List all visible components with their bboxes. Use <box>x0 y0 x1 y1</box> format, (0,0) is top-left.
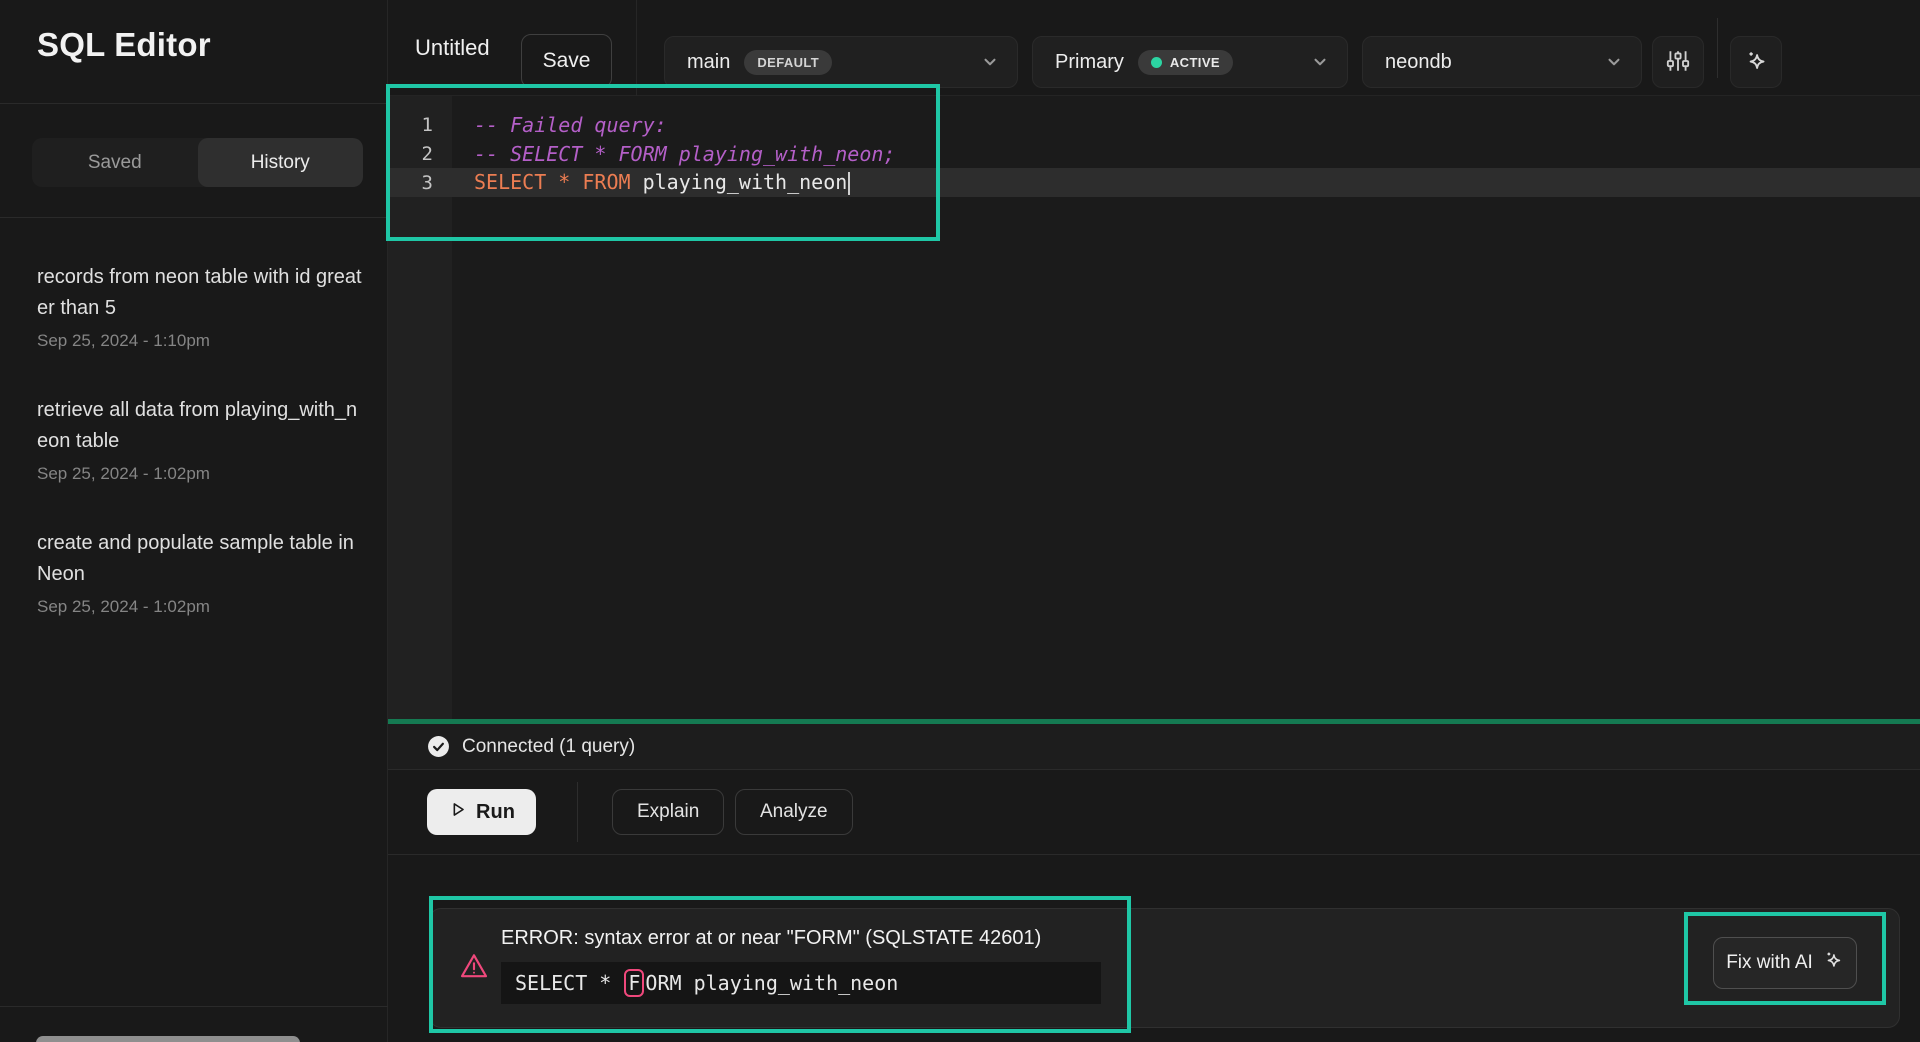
chevron-down-icon <box>1605 53 1623 71</box>
error-message: ERROR: syntax error at or near "FORM" (S… <box>501 927 1041 950</box>
connected-check-icon <box>427 735 450 758</box>
fix-with-ai-button[interactable]: Fix with AI <box>1713 937 1857 989</box>
sidebar-divider <box>0 103 388 104</box>
editor-toolbar: Untitled Save main DEFAULT Primary ACTIV… <box>388 0 1920 96</box>
fix-with-ai-label: Fix with AI <box>1726 952 1813 974</box>
analyze-button[interactable]: Analyze <box>735 789 853 835</box>
history-item[interactable]: retrieve all data from playing_with_neon… <box>37 395 367 484</box>
page-title: SQL Editor <box>37 26 211 64</box>
chevron-down-icon <box>981 53 999 71</box>
sidebar: SQL Editor Saved History records from ne… <box>0 0 388 1042</box>
error-code-prefix: SELECT * <box>515 971 623 995</box>
connection-statusbar: Connected (1 query) <box>388 724 1920 770</box>
settings-sliders-button[interactable] <box>1652 36 1704 88</box>
sidebar-bottom-handle[interactable] <box>36 1036 300 1042</box>
chevron-down-icon <box>1311 53 1329 71</box>
history-item[interactable]: create and populate sample table in Neon… <box>37 528 367 617</box>
sliders-icon <box>1665 48 1691 77</box>
code-lines: 1-- Failed query:2-- SELECT * FORM playi… <box>388 110 1920 197</box>
error-card: ERROR: syntax error at or near "FORM" (S… <box>429 908 1900 1028</box>
line-code: -- SELECT * FORM playing_with_neon; <box>452 142 895 166</box>
compute-name: Primary <box>1055 51 1124 74</box>
branch-dropdown[interactable]: main DEFAULT <box>664 36 1018 88</box>
connection-status-text: Connected (1 query) <box>462 736 635 758</box>
sidebar-divider <box>0 1006 388 1007</box>
branch-name: main <box>687 51 730 74</box>
ai-assistant-button[interactable] <box>1730 36 1782 88</box>
code-line[interactable]: 1-- Failed query: <box>388 110 1920 139</box>
sparkle-icon <box>1822 949 1844 977</box>
sql-editor-app: SQL Editor Saved History records from ne… <box>0 0 1920 1042</box>
database-name: neondb <box>1385 51 1452 74</box>
line-code: SELECT * FROM playing_with_neon <box>452 170 850 195</box>
active-status-dot <box>1151 57 1162 68</box>
query-action-bar: Run Explain Analyze <box>388 770 1920 855</box>
sql-code-editor[interactable]: 1-- Failed query:2-- SELECT * FORM playi… <box>388 96 1920 719</box>
line-number: 2 <box>388 143 452 165</box>
history-item-title: create and populate sample table in Neon <box>37 528 367 590</box>
explain-button[interactable]: Explain <box>612 789 724 835</box>
run-button[interactable]: Run <box>427 789 536 835</box>
results-panel: ERROR: syntax error at or near "FORM" (S… <box>388 855 1920 1042</box>
document-title: Untitled <box>415 0 490 96</box>
history-item[interactable]: records from neon table with id greater … <box>37 262 367 351</box>
database-dropdown[interactable]: neondb <box>1362 36 1642 88</box>
compute-dropdown[interactable]: Primary ACTIVE <box>1032 36 1348 88</box>
history-item-title: retrieve all data from playing_with_neon… <box>37 395 367 457</box>
history-item-timestamp: Sep 25, 2024 - 1:10pm <box>37 331 367 351</box>
history-item-timestamp: Sep 25, 2024 - 1:02pm <box>37 597 367 617</box>
save-button[interactable]: Save <box>521 34 612 88</box>
line-number: 1 <box>388 114 452 136</box>
active-badge: ACTIVE <box>1138 50 1233 75</box>
line-code: -- Failed query: <box>452 113 667 137</box>
play-icon <box>448 800 467 825</box>
tab-history[interactable]: History <box>198 138 364 187</box>
warning-triangle-icon <box>459 952 489 985</box>
history-item-title: records from neon table with id greater … <box>37 262 367 324</box>
text-cursor <box>848 172 850 195</box>
code-line[interactable]: 2-- SELECT * FORM playing_with_neon; <box>388 139 1920 168</box>
toolbar-divider <box>636 0 637 96</box>
active-badge-label: ACTIVE <box>1170 55 1220 70</box>
tab-saved[interactable]: Saved <box>32 138 198 187</box>
code-line[interactable]: 3SELECT * FROM playing_with_neon <box>388 168 1920 197</box>
history-list: records from neon table with id greater … <box>37 262 367 661</box>
line-number: 3 <box>388 172 452 194</box>
history-item-timestamp: Sep 25, 2024 - 1:02pm <box>37 464 367 484</box>
saved-history-tabs: Saved History <box>32 138 363 187</box>
default-badge: DEFAULT <box>744 50 832 75</box>
error-query-snippet: SELECT * FORM playing_with_neon <box>501 962 1101 1004</box>
run-button-label: Run <box>476 801 515 824</box>
sidebar-divider <box>0 217 388 218</box>
error-code-suffix: ORM playing_with_neon <box>645 971 898 995</box>
toolbar-divider <box>1717 18 1718 78</box>
error-highlight-char: F <box>624 969 644 997</box>
sparkle-icon <box>1743 48 1769 77</box>
action-bar-divider <box>577 782 578 842</box>
